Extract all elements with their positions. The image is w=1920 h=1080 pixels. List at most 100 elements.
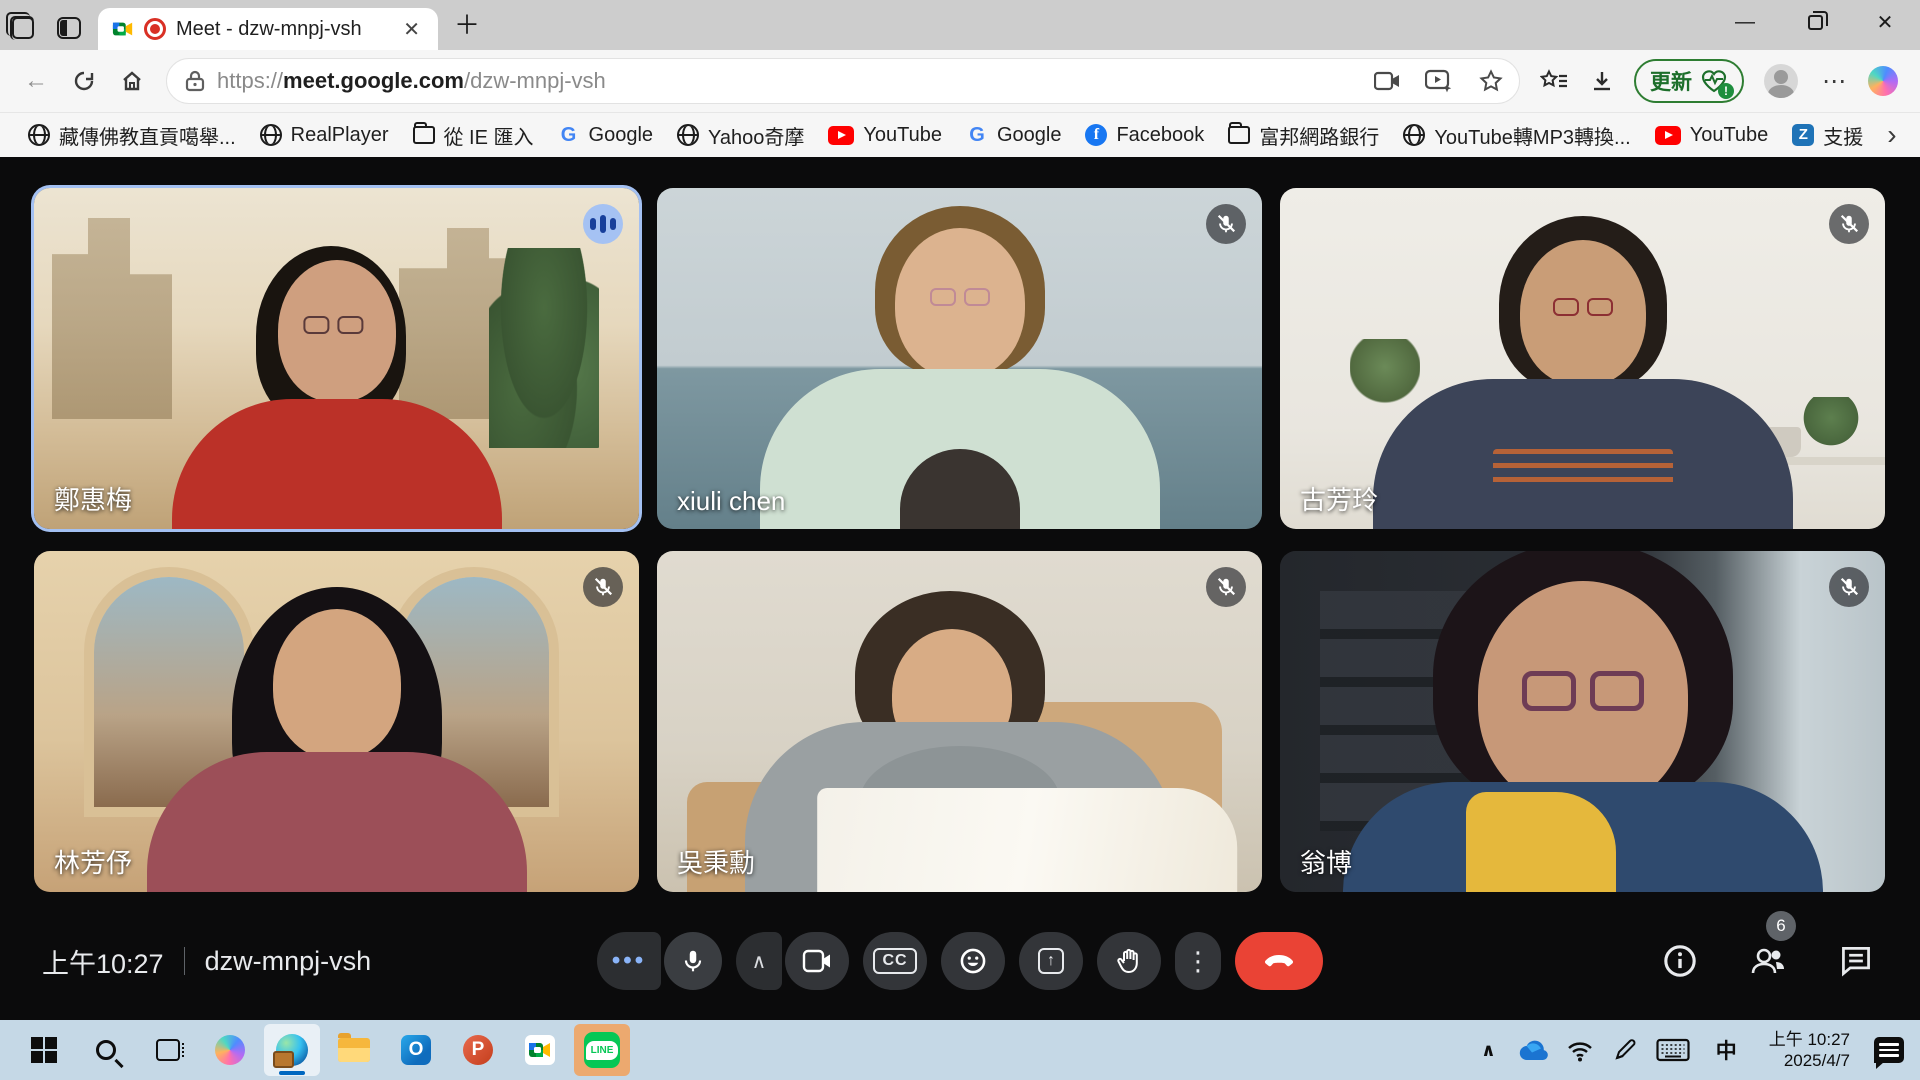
system-tray: ∧ 中 上午 10:27 2025/4/7 <box>1481 1027 1910 1074</box>
downloads-button[interactable] <box>1580 59 1624 103</box>
task-view-button[interactable] <box>140 1024 196 1076</box>
browser-window: Meet - dzw-mnpj-vsh ✕ ＋ — ✕ ← https://me… <box>0 0 1920 1080</box>
bookmark-folder[interactable]: 富邦網路銀行 <box>1216 116 1391 155</box>
outlook-button[interactable]: O <box>388 1024 444 1076</box>
settings-more-button[interactable]: ⋯ <box>1812 59 1856 103</box>
ime-indicator[interactable]: 中 <box>1708 1031 1745 1069</box>
browser-update-button[interactable]: 更新 ! <box>1634 59 1744 103</box>
camera-icon <box>802 949 832 973</box>
bookmark-item[interactable]: Yahoo奇摩 <box>665 116 816 155</box>
video-tile[interactable]: 林芳伃 <box>34 551 639 892</box>
globe-icon <box>28 124 50 146</box>
reactions-button[interactable] <box>941 932 1005 990</box>
browser-tab[interactable]: Meet - dzw-mnpj-vsh ✕ <box>98 8 438 50</box>
google-meet-taskbar-button[interactable] <box>512 1024 568 1076</box>
google-meet-app: 鄭惠梅 xiuli chen 古芳玲 <box>0 157 1920 1020</box>
meeting-details-button[interactable] <box>1658 939 1702 983</box>
copilot-icon[interactable] <box>1868 66 1898 96</box>
audio-more-button[interactable]: ••• <box>597 932 661 990</box>
mic-button[interactable] <box>664 932 722 990</box>
file-explorer-icon <box>338 1038 370 1062</box>
profile-avatar[interactable] <box>1764 64 1798 98</box>
network-signal-icon[interactable] <box>1566 1038 1594 1062</box>
search-icon <box>96 1040 116 1060</box>
present-button[interactable]: ↑ <box>1019 932 1083 990</box>
video-tile[interactable]: xiuli chen <box>657 188 1262 529</box>
file-explorer-button[interactable] <box>326 1024 382 1076</box>
windows-icon <box>31 1037 57 1063</box>
close-button[interactable]: ✕ <box>1850 0 1920 44</box>
new-tab-button[interactable]: ＋ <box>438 5 496 42</box>
onedrive-icon[interactable] <box>1514 1039 1548 1061</box>
bookmark-folder[interactable]: 從 IE 匯入 <box>401 116 546 155</box>
tab-actions-icon[interactable] <box>46 8 92 48</box>
hidden-icons-chevron[interactable]: ∧ <box>1481 1040 1496 1061</box>
leave-call-button[interactable] <box>1235 932 1323 990</box>
bookmarks-overflow-icon[interactable]: › <box>1875 114 1908 156</box>
bookmark-item[interactable]: Z支援 <box>1780 116 1875 155</box>
pen-icon[interactable] <box>1612 1037 1638 1063</box>
tab-strip: Meet - dzw-mnpj-vsh ✕ ＋ — ✕ <box>0 0 1920 50</box>
back-button[interactable]: ← <box>14 59 58 103</box>
video-feed <box>1280 188 1885 529</box>
clock-time: 上午 10:27 <box>1769 1029 1850 1050</box>
bookmark-item[interactable]: YouTube <box>1643 119 1781 152</box>
raise-hand-button[interactable] <box>1097 932 1161 990</box>
start-button[interactable] <box>16 1024 72 1076</box>
refresh-button[interactable] <box>62 59 106 103</box>
present-icon: ↑ <box>1038 948 1064 974</box>
url-text: https://meet.google.com/dzw-mnpj-vsh <box>217 68 1355 94</box>
captions-button[interactable]: CC <box>863 932 927 990</box>
outlook-icon: O <box>401 1035 431 1065</box>
touch-keyboard-icon[interactable] <box>1656 1038 1690 1062</box>
bookmark-item[interactable]: YouTube <box>816 119 954 152</box>
video-tile[interactable]: 古芳玲 <box>1280 188 1885 529</box>
search-button[interactable] <box>78 1024 134 1076</box>
favorite-star-icon[interactable] <box>1471 61 1511 101</box>
line-app-button[interactable]: LINE <box>574 1024 630 1076</box>
update-label: 更新 <box>1650 66 1692 96</box>
more-dots-icon: ••• <box>612 947 646 975</box>
home-button[interactable] <box>110 59 154 103</box>
vertical-tabs-icon <box>57 17 81 39</box>
bookmark-item[interactable]: fFacebook <box>1073 119 1216 152</box>
restore-button[interactable] <box>1780 0 1850 44</box>
meeting-clock: 上午10:27 <box>42 942 164 981</box>
bookmark-item[interactable]: 藏傳佛教直貢噶舉... <box>16 116 248 155</box>
bookmark-item[interactable]: GGoogle <box>954 119 1074 152</box>
google-meet-favicon <box>112 18 134 40</box>
address-bar[interactable]: https://meet.google.com/dzw-mnpj-vsh <box>166 58 1520 104</box>
muted-mic-icon <box>1829 567 1869 607</box>
participants-button[interactable]: 6 <box>1746 939 1790 983</box>
favorites-bar-button[interactable] <box>1532 59 1576 103</box>
more-options-button[interactable]: ⋮ <box>1175 932 1221 990</box>
edge-icon <box>276 1034 308 1066</box>
video-enhance-icon[interactable] <box>1419 61 1459 101</box>
camera-button[interactable] <box>785 932 849 990</box>
video-tile[interactable]: 翁博 <box>1280 551 1885 892</box>
video-feed <box>657 551 1262 892</box>
notification-center-icon[interactable] <box>1874 1037 1904 1063</box>
call-controls: ••• ∧ CC ↑ ⋮ <box>597 932 1323 990</box>
minimize-button[interactable]: — <box>1710 0 1780 44</box>
powerpoint-button[interactable]: P <box>450 1024 506 1076</box>
window-controls: — ✕ <box>1710 0 1920 50</box>
video-grid: 鄭惠梅 xiuli chen 古芳玲 <box>34 188 1885 892</box>
copilot-taskbar-button[interactable] <box>202 1024 258 1076</box>
update-alert-badge: ! <box>1718 83 1734 99</box>
copilot-icon <box>215 1035 245 1065</box>
taskbar-clock[interactable]: 上午 10:27 2025/4/7 <box>1763 1027 1856 1074</box>
workspaces-icon[interactable] <box>0 8 46 48</box>
chat-button[interactable] <box>1834 939 1878 983</box>
bookmark-item[interactable]: GGoogle <box>546 119 666 152</box>
bookmark-item[interactable]: RealPlayer <box>248 119 401 152</box>
mic-icon <box>680 948 706 974</box>
camera-in-use-icon[interactable] <box>1367 61 1407 101</box>
edge-taskbar-button[interactable] <box>264 1024 320 1076</box>
camera-options-chevron[interactable]: ∧ <box>736 932 782 990</box>
video-tile[interactable]: 鄭惠梅 <box>34 188 639 529</box>
bookmark-item[interactable]: YouTube轉MP3轉換... <box>1391 116 1642 155</box>
video-tile[interactable]: 吳秉勳 <box>657 551 1262 892</box>
tab-close-icon[interactable]: ✕ <box>397 15 426 44</box>
participant-name: 林芳伃 <box>54 843 132 880</box>
